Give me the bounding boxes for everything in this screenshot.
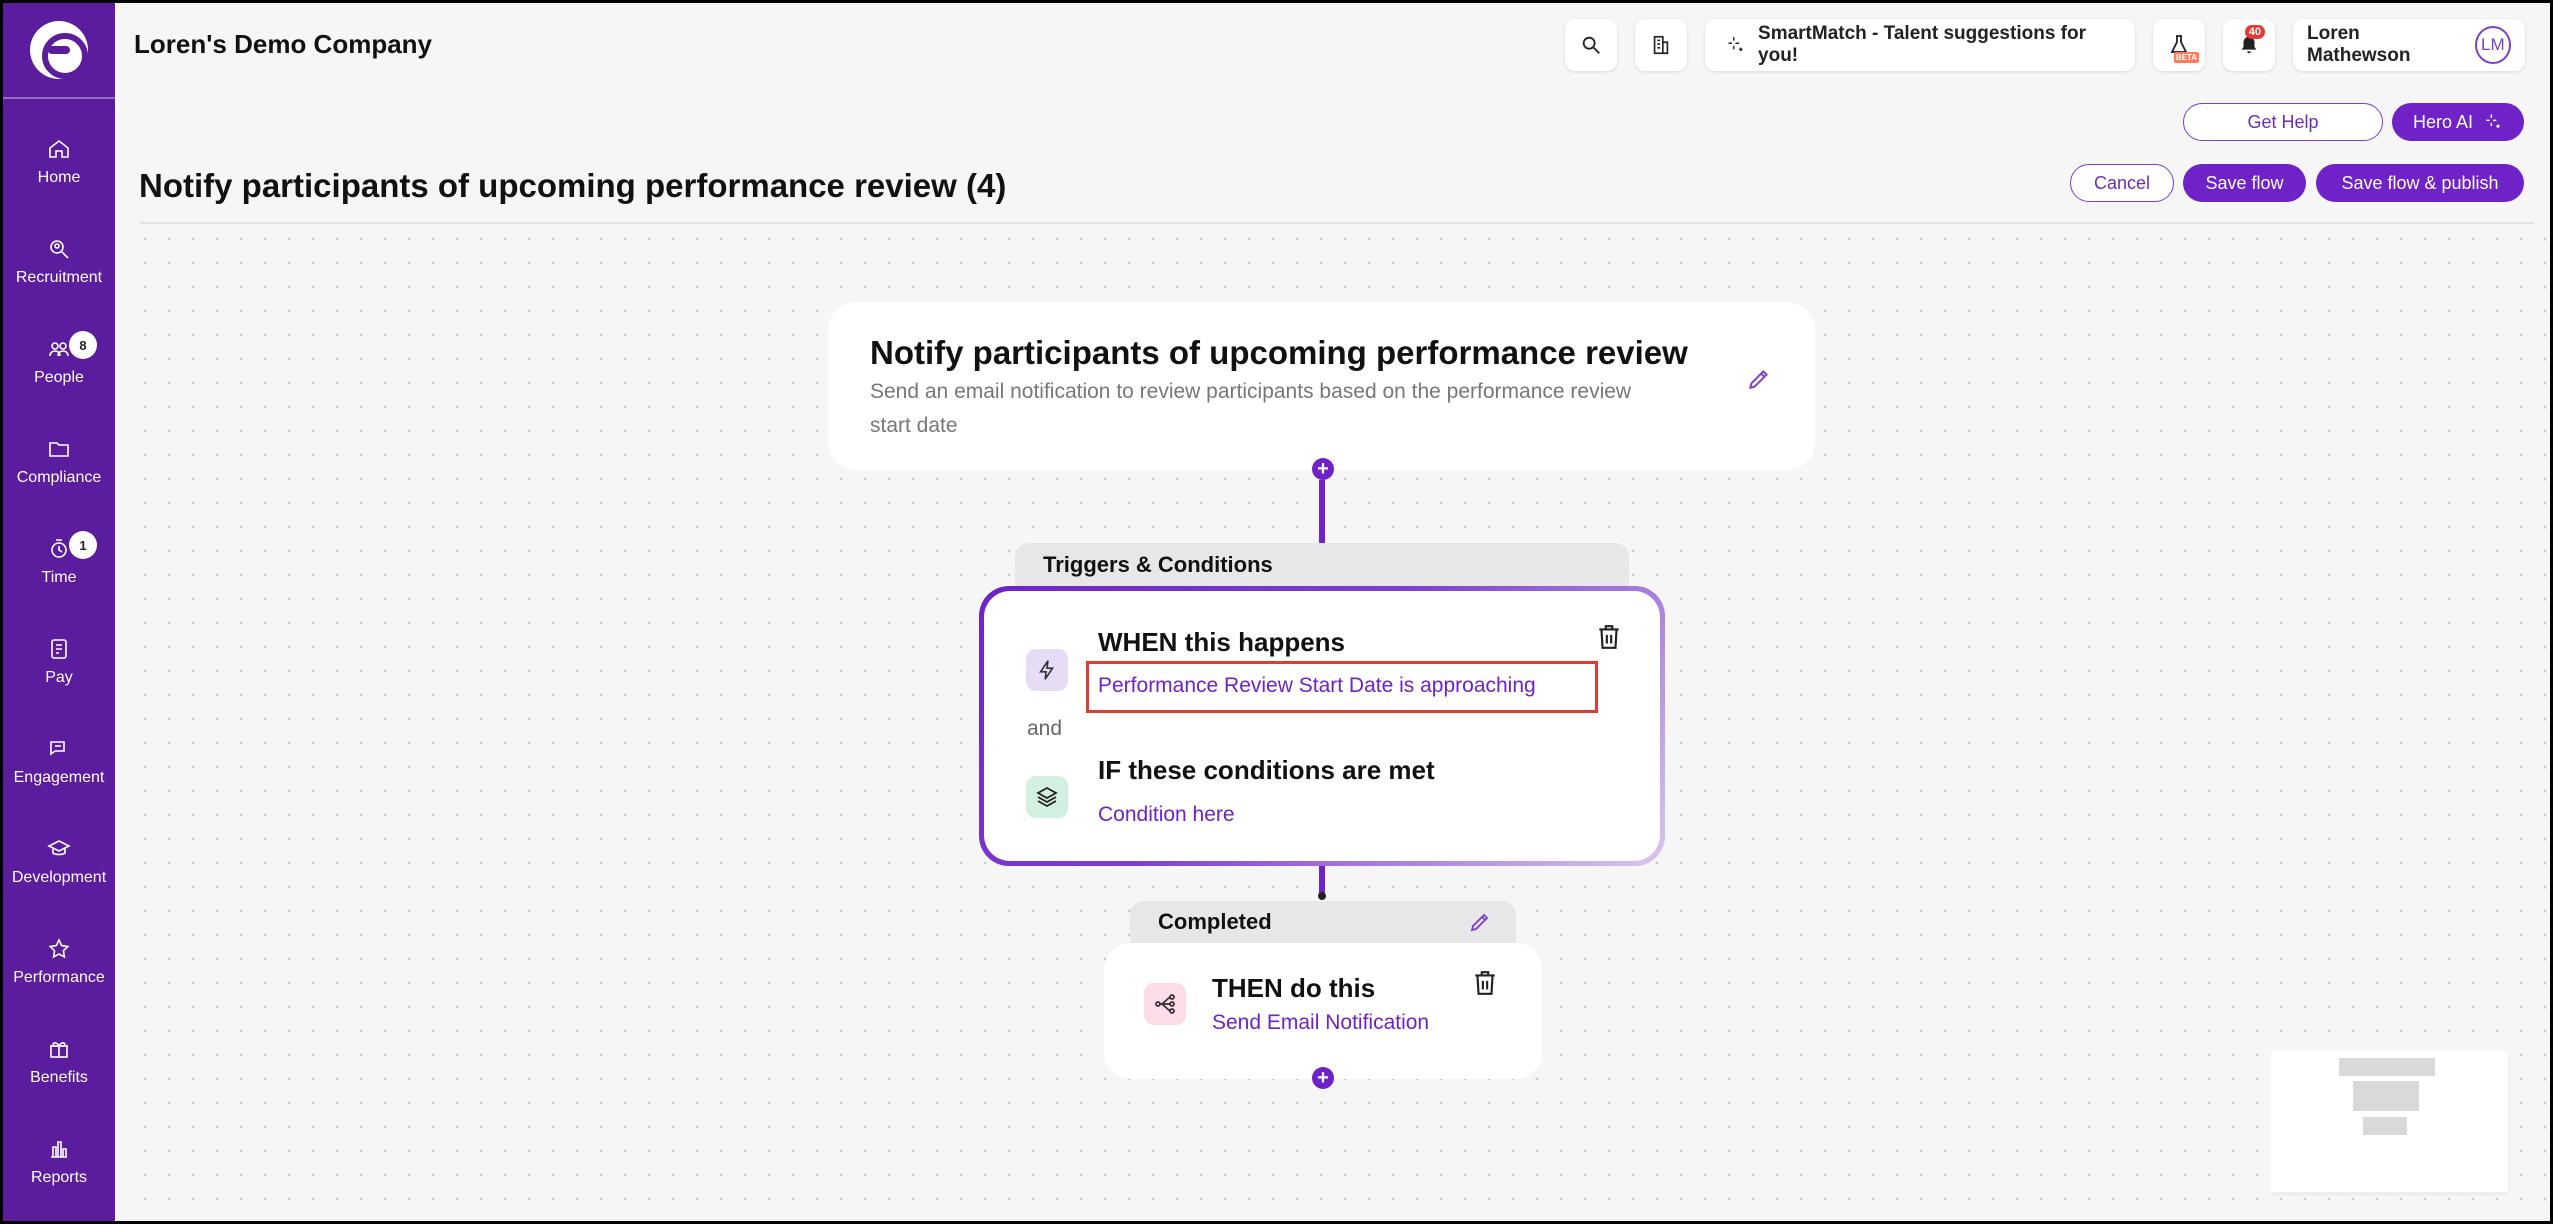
labs-button[interactable]: BETA <box>2153 19 2205 71</box>
flow-connector <box>1319 480 1325 544</box>
logo-container <box>3 3 115 99</box>
completed-label-text: Completed <box>1158 909 1272 934</box>
flow-title: Notify participants of upcoming performa… <box>870 334 1688 371</box>
sidebar-item-reports[interactable]: Reports <box>3 1117 115 1207</box>
sidebar-item-people[interactable]: People 8 <box>3 317 115 407</box>
sidebar-item-label: Compliance <box>16 469 102 486</box>
sidebar-item-benefits[interactable]: Benefits <box>3 1017 115 1107</box>
sidebar-item-label: Pay <box>45 669 73 686</box>
action-value-link[interactable]: Send Email Notification <box>1212 1011 1429 1035</box>
triggers-label-text: Triggers & Conditions <box>1043 552 1273 577</box>
page-title: Notify participants of upcoming performa… <box>139 167 1007 204</box>
get-help-button[interactable]: Get Help <box>2183 103 2383 141</box>
sidebar-item-label: People <box>34 369 84 386</box>
notifications-button[interactable]: 40 <box>2223 19 2275 71</box>
home-icon <box>49 139 69 158</box>
save-publish-button[interactable]: Save flow & publish <box>2316 164 2524 202</box>
sidebar-item-label: Engagement <box>13 769 105 786</box>
avatar: LM <box>2474 26 2511 64</box>
action-icon-box <box>1144 983 1186 1025</box>
flow-description: Send an email notification to review par… <box>870 380 1632 403</box>
minimap[interactable] <box>2271 1051 2507 1196</box>
people-icon <box>49 342 69 357</box>
title-divider <box>139 222 2534 224</box>
search-button[interactable] <box>1565 19 1617 71</box>
sidebar-item-label: Development <box>11 869 107 886</box>
action-card[interactable]: THEN do this Send Email Notification <box>1104 943 1542 1079</box>
smartmatch-label: SmartMatch - Talent suggestions for you! <box>1758 23 2086 66</box>
sidebar-item-time[interactable]: Time 1 <box>3 517 115 607</box>
company-name: Loren's Demo Company <box>134 29 433 59</box>
sidebar-item-label: Benefits <box>30 1069 88 1086</box>
and-label: and <box>1027 717 1063 740</box>
beta-tag: BETA <box>2173 52 2199 63</box>
sparkle-icon <box>1728 37 1743 52</box>
edit-pencil-icon[interactable] <box>1468 910 1492 934</box>
trash-icon[interactable] <box>1596 623 1622 651</box>
sparkle-icon <box>2486 114 2500 128</box>
pay-icon <box>51 639 67 659</box>
trigger-icon-box <box>1026 649 1068 691</box>
sidebar-item-pay[interactable]: Pay <box>3 617 115 707</box>
connector-dot <box>1318 892 1326 900</box>
clock-icon <box>51 539 67 558</box>
hero-ai-label: Hero AI <box>2412 111 2474 132</box>
sidebar-item-performance[interactable]: Performance <box>3 917 115 1007</box>
sidebar-item-home[interactable]: Home <box>3 117 115 207</box>
add-step-plus-icon[interactable]: + <box>1312 458 1334 480</box>
then-title: THEN do this <box>1212 973 1376 1003</box>
trigger-card[interactable]: WHEN this happens Performance Review Sta… <box>979 586 1665 866</box>
highlight-box <box>1086 661 1598 713</box>
app-window: Home Recruitment People 8 Compliance Tim… <box>3 3 2550 1221</box>
sidebar-item-label: Reports <box>30 1169 88 1186</box>
sidebar-item-label: Home <box>37 169 81 186</box>
sidebar-item-development[interactable]: Development <box>3 817 115 907</box>
user-name: Loren Mathewson <box>2307 23 2411 66</box>
if-title: IF these conditions are met <box>1098 755 1435 785</box>
trigger-card-inner: WHEN this happens Performance Review Sta… <box>984 591 1660 861</box>
completed-label: Completed <box>1130 901 1516 945</box>
chat-icon <box>50 741 65 756</box>
sidebar-item-compliance[interactable]: Compliance <box>3 417 115 507</box>
smartmatch-button[interactable]: SmartMatch - Talent suggestions for you! <box>1705 19 2135 71</box>
search-icon <box>1582 36 1600 54</box>
search-person-icon <box>50 240 69 259</box>
gift-icon <box>50 1042 68 1058</box>
flow-summary-card[interactable]: Notify participants of upcoming performa… <box>828 302 1815 470</box>
when-title: WHEN this happens <box>1098 627 1346 657</box>
flow-description-cont: start date <box>870 414 958 437</box>
trash-icon[interactable] <box>1472 969 1498 997</box>
graduation-icon <box>47 840 71 856</box>
save-flow-button[interactable]: Save flow <box>2183 164 2306 202</box>
lightning-icon <box>1039 660 1055 680</box>
sidebar-item-recruitment[interactable]: Recruitment <box>3 217 115 307</box>
sidebar-item-label: Time <box>41 569 77 586</box>
user-menu[interactable]: Loren Mathewson LM <box>2293 19 2525 71</box>
bar-chart-icon <box>51 1141 67 1158</box>
layers-icon <box>1036 786 1058 808</box>
company-switch-button[interactable] <box>1635 19 1687 71</box>
company-logo[interactable] <box>30 21 88 79</box>
hero-ai-button[interactable]: Hero AI <box>2392 103 2524 141</box>
workflow-icon <box>1155 994 1175 1014</box>
notifications-count: 40 <box>2244 25 2265 39</box>
sidebar: Home Recruitment People 8 Compliance Tim… <box>3 3 115 1221</box>
sidebar-item-engagement[interactable]: Engagement <box>3 717 115 807</box>
edit-pencil-icon[interactable] <box>1746 366 1772 392</box>
sidebar-item-label: Performance <box>13 969 105 986</box>
add-step-plus-icon[interactable]: + <box>1312 1067 1334 1089</box>
time-badge: 1 <box>69 531 97 559</box>
building-icon <box>1653 35 1669 55</box>
folder-icon <box>49 442 69 457</box>
condition-icon-box <box>1026 776 1068 818</box>
people-badge: 8 <box>69 331 97 359</box>
condition-value-link[interactable]: Condition here <box>1098 803 1235 827</box>
cancel-button[interactable]: Cancel <box>2070 164 2174 202</box>
star-icon <box>48 938 70 959</box>
sidebar-item-label: Recruitment <box>15 269 103 286</box>
